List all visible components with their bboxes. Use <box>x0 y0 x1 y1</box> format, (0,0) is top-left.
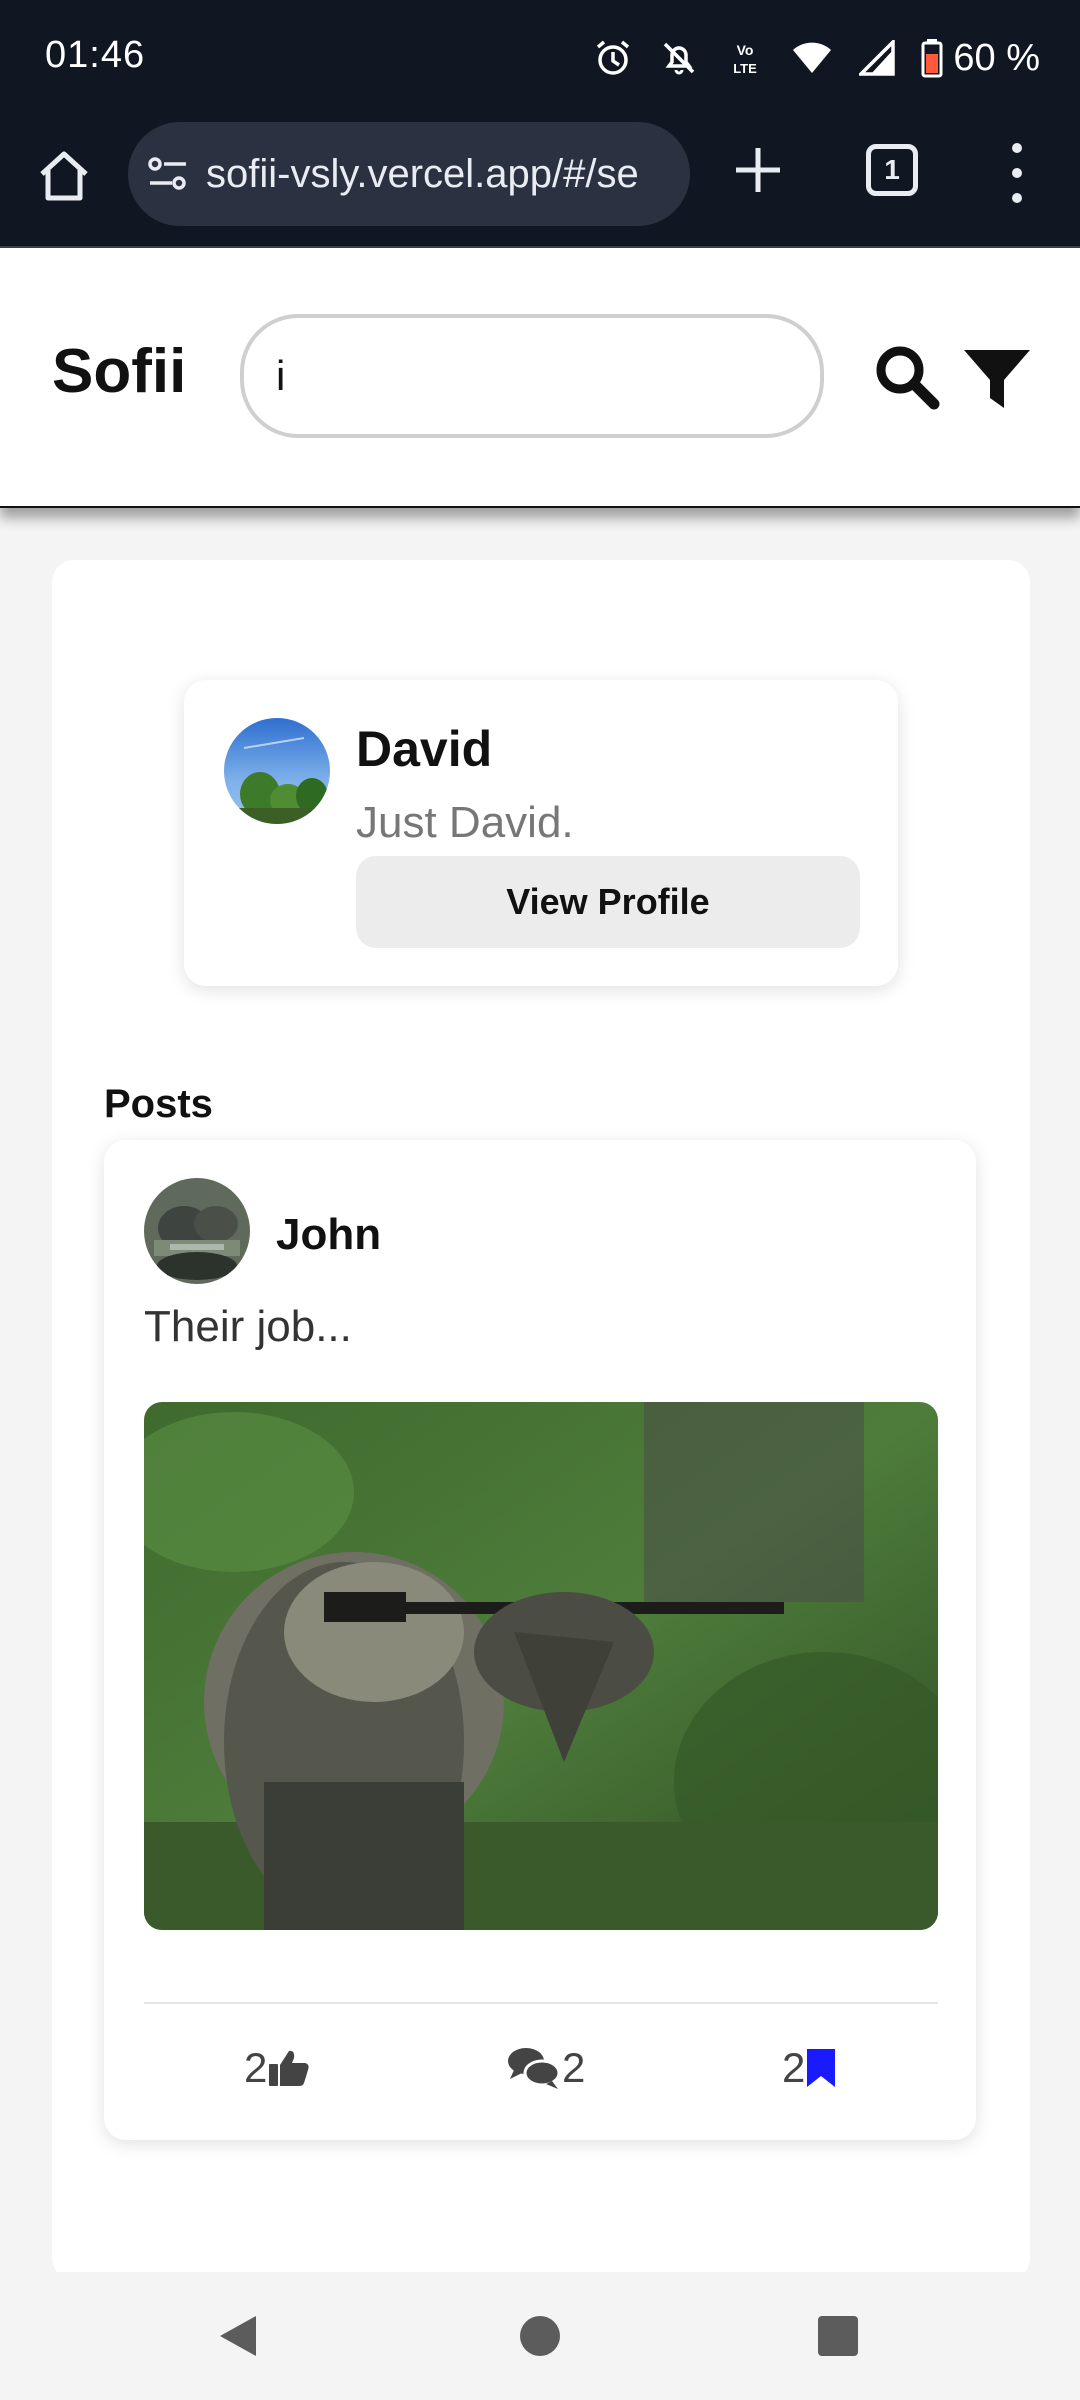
profile-name: David <box>356 721 493 777</box>
search-results-panel: David Just David. View Profile Posts Joh… <box>52 560 1030 2280</box>
tab-count: 1 <box>884 154 900 185</box>
app-logo[interactable]: Sofii <box>52 336 186 407</box>
avatar[interactable] <box>144 1178 250 1284</box>
post-image[interactable] <box>144 1402 938 1930</box>
site-settings-icon[interactable] <box>148 156 188 192</box>
signal-icon <box>859 40 896 76</box>
system-nav-bar <box>0 2272 1080 2400</box>
status-bar: 01:46 Vo LTE 60 % <box>0 0 1080 118</box>
search-icon[interactable] <box>872 342 942 412</box>
svg-text:Vo: Vo <box>737 42 754 58</box>
view-profile-button[interactable]: View Profile <box>356 856 860 948</box>
url-text[interactable]: sofii-vsly.vercel.app/#/se <box>206 152 639 197</box>
posts-heading: Posts <box>104 1082 213 1126</box>
avatar[interactable] <box>224 718 330 824</box>
bookmark-icon <box>807 2049 836 2087</box>
battery-percent: 60 % <box>953 36 1040 79</box>
bookmark-count: 2 <box>782 2044 806 2091</box>
volte-icon: Vo LTE <box>734 42 758 76</box>
post-text: Their job... <box>144 1302 352 1351</box>
post-card: John Their job... 2 2 2 <box>104 1140 976 2140</box>
svg-text:LTE: LTE <box>734 61 758 76</box>
status-icons: Vo LTE 60 % <box>593 30 1040 86</box>
comments-icon <box>508 2048 561 2089</box>
silent-icon <box>664 42 695 75</box>
like-button[interactable]: 2 <box>244 2040 311 2096</box>
profile-bio: Just David. <box>356 798 574 847</box>
bookmark-button[interactable]: 2 <box>782 2040 837 2096</box>
like-count: 2 <box>244 2044 268 2091</box>
wifi-icon <box>793 42 832 73</box>
browser-toolbar: sofii-vsly.vercel.app/#/se 1 <box>0 118 1080 248</box>
more-menu-icon[interactable] <box>1000 138 1034 208</box>
post-author[interactable]: John <box>276 1210 381 1260</box>
address-bar[interactable]: sofii-vsly.vercel.app/#/se <box>128 122 690 226</box>
back-icon[interactable] <box>218 2314 258 2358</box>
search-input[interactable] <box>240 314 824 438</box>
profile-result-card: David Just David. View Profile <box>184 680 898 986</box>
nav-home-icon[interactable] <box>520 2316 560 2356</box>
tabs-icon[interactable]: 1 <box>866 144 918 196</box>
comment-count: 2 <box>562 2044 586 2091</box>
new-tab-icon[interactable] <box>730 142 786 198</box>
comment-button[interactable]: 2 <box>506 2040 585 2096</box>
battery-icon <box>921 39 943 78</box>
thumbs-up-icon <box>269 2050 309 2086</box>
status-time: 01:46 <box>45 34 146 76</box>
post-divider <box>144 2002 938 2004</box>
app-header: Sofii <box>0 248 1080 508</box>
home-icon[interactable] <box>36 148 92 204</box>
recents-icon[interactable] <box>818 2316 858 2356</box>
filter-icon[interactable] <box>962 346 1032 412</box>
alarm-icon <box>597 40 630 75</box>
